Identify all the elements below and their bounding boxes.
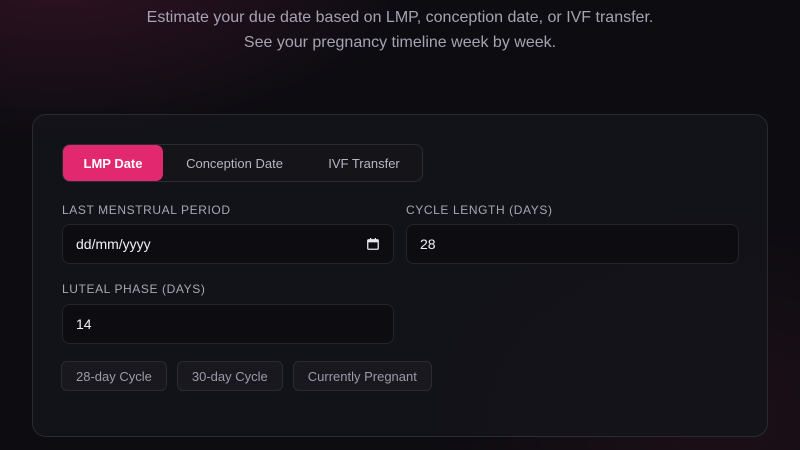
- subtitle-line-1: Estimate your due date based on LMP, con…: [146, 9, 654, 26]
- tab-lmp-date[interactable]: LMP Date: [63, 145, 163, 181]
- lmp-date-field[interactable]: [62, 224, 394, 264]
- preset-buttons: 28-day Cycle 30-day Cycle Currently Preg…: [61, 361, 432, 391]
- cycle-length-value[interactable]: 28: [420, 236, 436, 252]
- calculator-card: LMP Date Conception Date IVF Transfer La…: [32, 114, 768, 437]
- tab-ivf-transfer[interactable]: IVF Transfer: [306, 145, 422, 181]
- cycle-length-field[interactable]: 28: [406, 224, 739, 264]
- preset-28-day-button[interactable]: 28-day Cycle: [61, 361, 167, 391]
- calendar-icon[interactable]: [367, 238, 379, 250]
- cycle-length-label: Cycle Length (days): [406, 203, 553, 217]
- preset-currently-pregnant-button[interactable]: Currently Pregnant: [292, 361, 432, 391]
- luteal-phase-label: Luteal Phase (days): [62, 282, 206, 296]
- tab-conception-date[interactable]: Conception Date: [163, 145, 306, 181]
- page-subtitle: Estimate your due date based on LMP, con…: [0, 5, 800, 55]
- method-tabs: LMP Date Conception Date IVF Transfer: [62, 144, 423, 182]
- preset-30-day-button[interactable]: 30-day Cycle: [176, 361, 283, 391]
- luteal-phase-value[interactable]: 14: [76, 316, 92, 332]
- lmp-label: Last Menstrual Period: [62, 203, 231, 217]
- subtitle-line-2: See your pregnancy timeline week by week…: [243, 34, 557, 51]
- luteal-phase-field[interactable]: 14: [62, 304, 394, 344]
- lmp-date-input[interactable]: [76, 236, 380, 252]
